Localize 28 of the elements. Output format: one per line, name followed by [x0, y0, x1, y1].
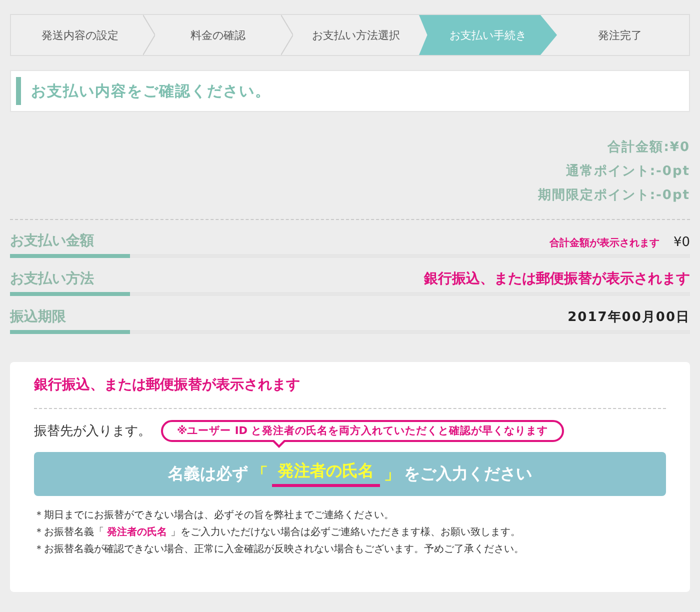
row-label: お支払い金額: [10, 232, 94, 250]
row-label: 振込期限: [10, 308, 66, 326]
row-label: お支払い方法: [10, 270, 94, 288]
highlight-text: 発注者の氏名: [272, 461, 380, 487]
row-note: 合計金額が表示されます: [549, 236, 660, 250]
row-value: ¥0: [673, 235, 690, 250]
note-line: ＊期日までにお振替ができない場合は、必ずその旨を弊社までご連絡ください。: [34, 508, 395, 522]
banner-text: をご入力ください: [404, 464, 532, 484]
progress-step: 発送内容の設定: [11, 15, 149, 55]
bracket-text: 「: [252, 464, 268, 484]
destination-text: 振替先が入ります。: [34, 422, 151, 440]
note-line: ＊お振替名義が確認できない場合、正常に入金確認が反映されない場合もございます。予めご了承ください。: [34, 542, 525, 556]
progress-step: お支払い手続き: [419, 15, 557, 55]
progress-step: 料金の確認: [149, 15, 287, 55]
bracket-text: 」: [384, 464, 400, 484]
callout-pointer: [271, 440, 287, 449]
total-line: 合計金額:¥0: [608, 138, 690, 156]
callout-bubble: ※ユーザー ID と発注者の氏名を両方入れていただくと確認が早くなります: [161, 420, 564, 442]
section-heading: お支払い内容をご確認ください。: [10, 70, 690, 112]
chevron-divider-icon: [281, 15, 293, 55]
row-value: 2017年00月00日: [568, 309, 690, 326]
banner-text: 名義は必ず: [168, 464, 248, 484]
chevron-divider-icon: [143, 15, 155, 55]
note-line: ＊お振替名義「 発注者の氏名 」をご入力いただけない場合は必ずご連絡いただきます様、お願い致します。: [34, 525, 522, 539]
card-title: 銀行振込、または郵便振替が表示されます: [34, 376, 301, 394]
total-line: 通常ポイント:-0pt: [566, 163, 690, 180]
row-value: 銀行振込、または郵便振替が表示されます: [424, 270, 690, 288]
total-line: 期間限定ポイント:-0pt: [538, 186, 690, 204]
